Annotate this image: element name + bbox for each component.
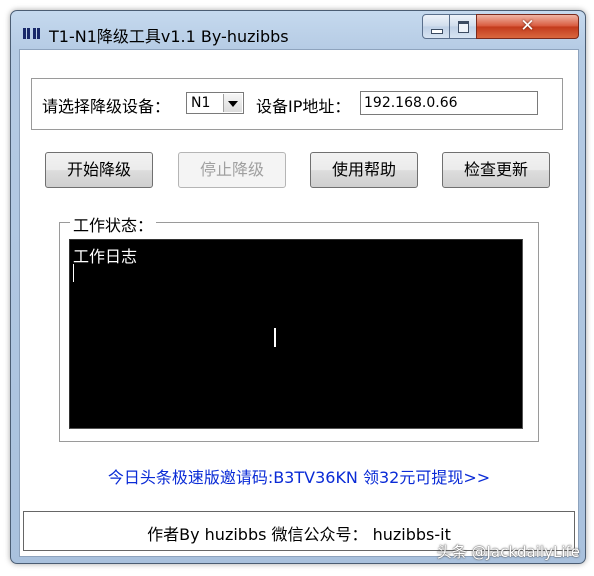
app-icon bbox=[23, 28, 43, 40]
text-cursor-icon bbox=[269, 327, 279, 349]
watermark: 头条 @JackdailyLife bbox=[436, 543, 580, 561]
app-window: T1-N1降级工具v1.1 By-huzibbs ✕ 请选择降级设备： N1 设… bbox=[10, 10, 586, 564]
work-status-label: 工作状态： bbox=[70, 212, 157, 236]
maximize-icon bbox=[458, 21, 469, 33]
chevron-down-icon[interactable] bbox=[223, 94, 242, 112]
work-log-textarea[interactable]: 工作日志 bbox=[69, 239, 523, 429]
device-select-value: N1 bbox=[191, 95, 211, 111]
window-title: T1-N1降级工具v1.1 By-huzibbs bbox=[49, 27, 289, 46]
device-select-label: 请选择降级设备： bbox=[42, 97, 171, 116]
maximize-button[interactable] bbox=[449, 14, 477, 39]
check-update-button[interactable]: 检查更新 bbox=[442, 152, 550, 188]
log-text: 工作日志 bbox=[73, 247, 138, 266]
work-status-group: 工作状态： 工作日志 bbox=[59, 212, 539, 442]
device-settings-group: 请选择降级设备： N1 设备IP地址： bbox=[31, 78, 563, 130]
device-select[interactable]: N1 bbox=[186, 92, 244, 114]
stop-downgrade-button[interactable]: 停止降级 bbox=[178, 152, 286, 188]
ip-input[interactable] bbox=[360, 91, 538, 115]
text-caret bbox=[73, 264, 74, 282]
client-area: 请选择降级设备： N1 设备IP地址： 开始降级 停止降级 使用帮助 检查更新 … bbox=[19, 49, 579, 557]
close-icon: ✕ bbox=[520, 16, 535, 36]
invite-code-link[interactable]: 今日头条极速版邀请码:B3TV36KN 领32元可提现>> bbox=[20, 464, 578, 488]
help-button[interactable]: 使用帮助 bbox=[310, 152, 418, 188]
minimize-button[interactable] bbox=[422, 14, 450, 39]
ip-label: 设备IP地址： bbox=[256, 97, 351, 116]
start-downgrade-button[interactable]: 开始降级 bbox=[45, 152, 153, 188]
close-button[interactable]: ✕ bbox=[476, 14, 579, 39]
minimize-icon bbox=[431, 29, 443, 34]
title-bar[interactable]: T1-N1降级工具v1.1 By-huzibbs ✕ bbox=[11, 11, 585, 51]
